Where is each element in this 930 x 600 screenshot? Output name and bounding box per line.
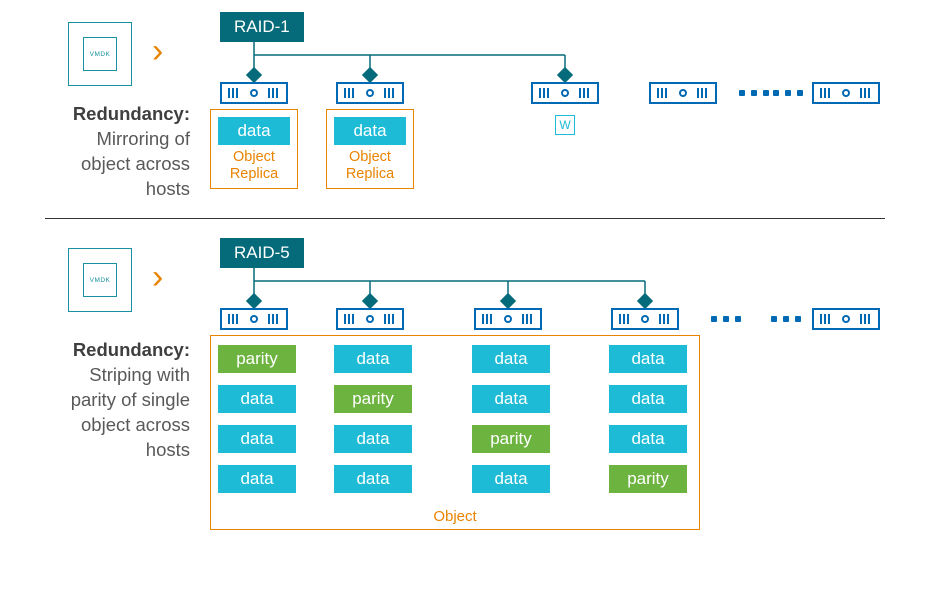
ellipsis-icon [773, 90, 803, 96]
witness-box: W [555, 115, 575, 135]
data-block: data [217, 384, 297, 414]
parity-block: parity [217, 344, 297, 374]
data-block: data [333, 464, 413, 494]
replica-label: Object Replica [211, 149, 297, 184]
ellipsis-icon [771, 316, 801, 322]
data-block: data [471, 464, 551, 494]
ellipsis-icon [711, 316, 741, 322]
redundancy-desc: Mirroring of object across hosts [81, 128, 190, 199]
vmdk-box-icon: VMDK [68, 248, 132, 312]
host-icon [474, 308, 542, 330]
raid5-badge: RAID-5 [220, 238, 304, 268]
vmdk-label: VMDK [83, 263, 117, 297]
data-block: data [333, 116, 407, 146]
redundancy-text-raid5: Redundancy: Striping with parity of sing… [45, 338, 190, 463]
object-replica-box: data Object Replica [326, 109, 414, 189]
data-block: data [471, 384, 551, 414]
chevron-right-icon: › [152, 260, 163, 294]
data-block: data [608, 384, 688, 414]
raid1-badge: RAID-1 [220, 12, 304, 42]
redundancy-desc: Striping with parity of single object ac… [71, 364, 190, 460]
data-block: data [333, 424, 413, 454]
host-icon [531, 82, 599, 104]
host-icon [336, 82, 404, 104]
raid1-section: VMDK › Redundancy: Mirroring of object a… [0, 12, 930, 212]
section-divider [45, 218, 885, 219]
replica-label: Object Replica [327, 149, 413, 184]
object-label: Object [211, 508, 699, 525]
host-icon [220, 82, 288, 104]
redundancy-title: Redundancy: [73, 339, 190, 360]
object-replica-box: data Object Replica [210, 109, 298, 189]
host-icon [336, 308, 404, 330]
host-icon [220, 308, 288, 330]
data-block: data [217, 424, 297, 454]
data-block: data [608, 344, 688, 374]
parity-block: parity [608, 464, 688, 494]
vmdk-label: VMDK [83, 37, 117, 71]
redundancy-title: Redundancy: [73, 103, 190, 124]
raid5-section: VMDK › Redundancy: Striping with parity … [0, 230, 930, 590]
data-block: data [217, 116, 291, 146]
vmdk-box-icon: VMDK [68, 22, 132, 86]
chevron-right-icon: › [152, 34, 163, 68]
host-icon [812, 308, 880, 330]
host-icon [812, 82, 880, 104]
data-block: data [608, 424, 688, 454]
tree-connector-raid5 [215, 266, 695, 311]
host-icon [611, 308, 679, 330]
object-box: parity data data data data parity data data data… [210, 335, 700, 530]
host-icon [649, 82, 717, 104]
data-block: data [471, 344, 551, 374]
data-block: data [217, 464, 297, 494]
parity-block: parity [333, 384, 413, 414]
parity-block: parity [471, 424, 551, 454]
tree-connector-raid1 [215, 40, 615, 85]
redundancy-text-raid1: Redundancy: Mirroring of object across h… [45, 102, 190, 202]
data-block: data [333, 344, 413, 374]
ellipsis-icon [739, 90, 769, 96]
